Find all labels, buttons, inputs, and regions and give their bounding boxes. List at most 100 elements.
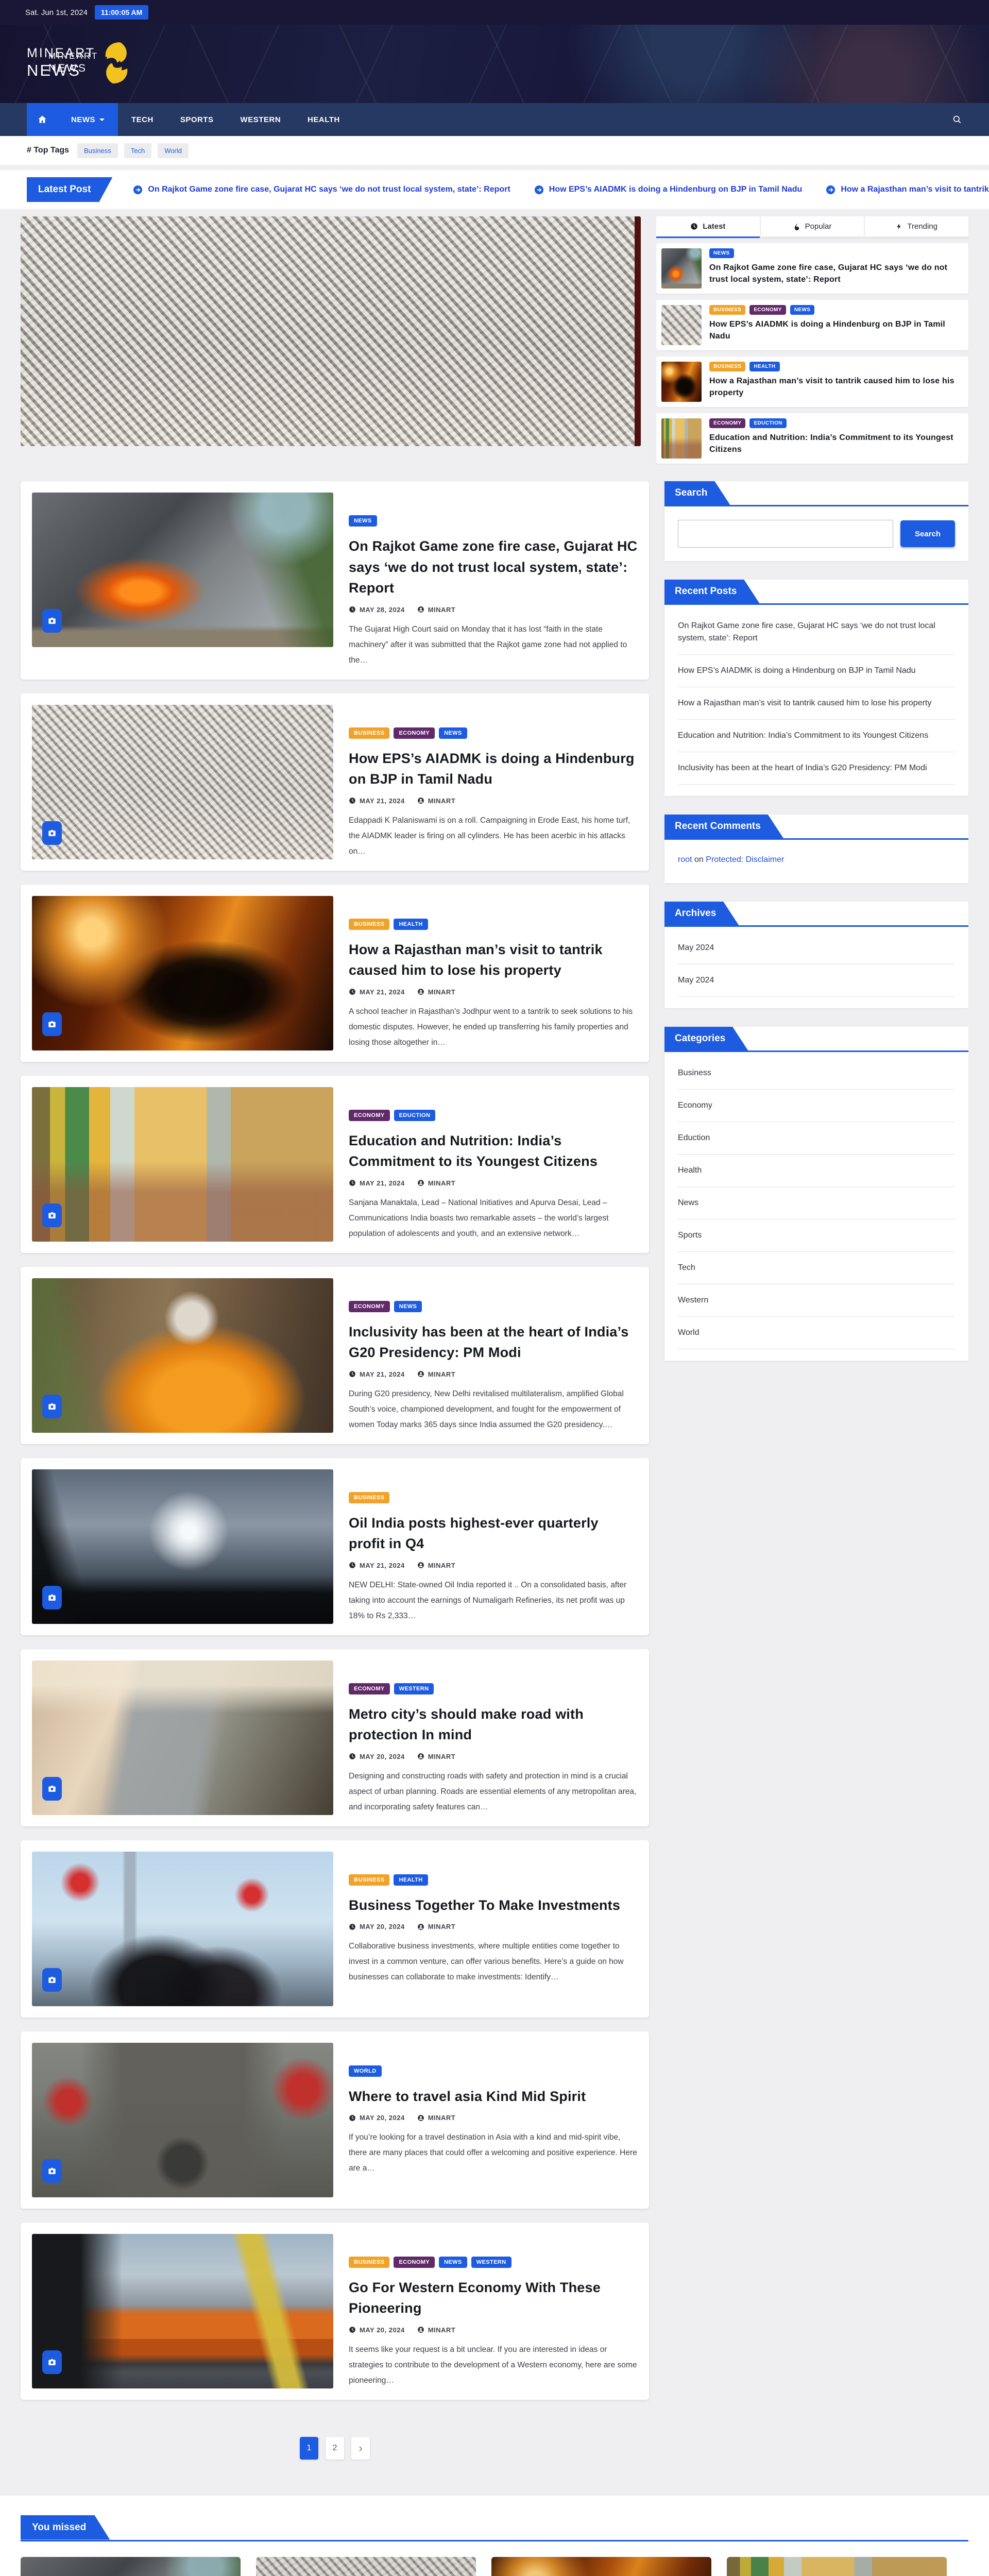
category-badge[interactable]: WESTERN <box>394 1683 434 1694</box>
tab-latest[interactable]: Latest <box>656 216 760 238</box>
pagination-page-1[interactable]: 1 <box>300 2437 318 2460</box>
camera-icon[interactable] <box>42 821 62 845</box>
featured-post-card[interactable]: BUSINESS ECONOMY NEWS How EPS’s AIADMK i… <box>656 300 968 350</box>
article-image[interactable] <box>32 896 333 1050</box>
article-image[interactable] <box>32 1087 333 1242</box>
article-image[interactable] <box>32 1852 333 2006</box>
nav-item-sports[interactable]: SPORTS <box>167 103 227 136</box>
category-link[interactable]: Health <box>678 1155 955 1187</box>
article-title[interactable]: Metro city’s should make road with prote… <box>349 1704 638 1745</box>
you-missed-card[interactable]: ECONOMY EDUCTION Education and Nutrition… <box>727 2557 947 2576</box>
category-badge[interactable]: EDUCTION <box>749 418 786 428</box>
camera-icon[interactable] <box>42 1586 62 1609</box>
tag-chip[interactable]: Tech <box>124 143 151 158</box>
nav-item-tech[interactable]: TECH <box>118 103 167 136</box>
article-image[interactable] <box>32 705 333 859</box>
camera-icon[interactable] <box>42 2350 62 2374</box>
featured-post-card[interactable]: ECONOMY EDUCTION Education and Nutrition… <box>656 413 968 464</box>
article-title[interactable]: Education and Nutrition: India’s Commitm… <box>349 1130 638 1172</box>
tag-chip[interactable]: Business <box>77 143 118 158</box>
category-badge[interactable]: ECONOMY <box>349 1683 390 1694</box>
archive-link[interactable]: May 2024 <box>678 964 955 997</box>
category-link[interactable]: Sports <box>678 1219 955 1252</box>
recent-post-link[interactable]: How a Rajasthan man’s visit to tantrik c… <box>678 687 955 720</box>
category-link[interactable]: Eduction <box>678 1122 955 1155</box>
category-badge[interactable]: EDUCTION <box>394 1110 436 1121</box>
article-title[interactable]: On Rajkot Game zone fire case, Gujarat H… <box>349 536 638 599</box>
camera-icon[interactable] <box>42 609 62 633</box>
article-title[interactable]: Business Together To Make Investments <box>349 1895 638 1916</box>
category-badge[interactable]: WESTERN <box>471 2257 511 2268</box>
nav-item-health[interactable]: HEALTH <box>294 103 353 136</box>
category-badge[interactable]: BUSINESS <box>709 362 745 371</box>
recent-post-link[interactable]: On Rajkot Game zone fire case, Gujarat H… <box>678 610 955 655</box>
category-link[interactable]: Economy <box>678 1090 955 1122</box>
category-badge[interactable]: NEWS <box>439 727 467 739</box>
camera-icon[interactable] <box>42 1012 62 1036</box>
article-image[interactable] <box>32 2043 333 2197</box>
category-link[interactable]: World <box>678 1317 955 1349</box>
ticker-item[interactable]: How EPS’s AIADMK is doing a Hindenburg o… <box>534 185 803 195</box>
featured-post-title[interactable]: How a Rajasthan man’s visit to tantrik c… <box>709 375 963 399</box>
featured-post-title[interactable]: On Rajkot Game zone fire case, Gujarat H… <box>709 262 963 285</box>
article-image[interactable] <box>32 493 333 647</box>
category-badge[interactable]: NEWS <box>709 248 734 258</box>
you-missed-card[interactable]: BUSINESS ECONOMY NEWS How EPS’s AIADMK i… <box>256 2557 476 2576</box>
category-badge[interactable]: ECONOMY <box>349 1301 390 1312</box>
pagination-page-2[interactable]: 2 <box>326 2437 344 2460</box>
search-button[interactable]: Search <box>900 520 955 547</box>
article-title[interactable]: Inclusivity has been at the heart of Ind… <box>349 1321 638 1363</box>
nav-item-news[interactable]: NEWS <box>58 103 118 136</box>
article-image[interactable] <box>32 1278 333 1433</box>
category-badge[interactable]: NEWS <box>394 1301 422 1312</box>
category-badge[interactable]: ECONOMY <box>349 1110 390 1121</box>
category-badge[interactable]: HEALTH <box>749 362 779 371</box>
category-badge[interactable]: NEWS <box>439 2257 467 2268</box>
recent-post-link[interactable]: Education and Nutrition: India’s Commitm… <box>678 720 955 752</box>
recent-post-link[interactable]: How EPS’s AIADMK is doing a Hindenburg o… <box>678 655 955 687</box>
category-link[interactable]: Western <box>678 1284 955 1317</box>
category-badge[interactable]: NEWS <box>790 305 815 315</box>
recent-post-link[interactable]: Inclusivity has been at the heart of Ind… <box>678 752 955 785</box>
category-badge[interactable]: HEALTH <box>394 1874 428 1886</box>
article-title[interactable]: Oil India posts highest-ever quarterly p… <box>349 1513 638 1554</box>
article-title[interactable]: Where to travel asia Kind Mid Spirit <box>349 2086 638 2107</box>
article-image[interactable] <box>32 2234 333 2388</box>
article-image[interactable] <box>32 1660 333 1815</box>
category-badge[interactable]: HEALTH <box>394 919 428 930</box>
featured-post-title[interactable]: Education and Nutrition: India’s Commitm… <box>709 432 963 455</box>
category-badge[interactable]: ECONOMY <box>394 727 435 739</box>
article-title[interactable]: How a Rajasthan man’s visit to tantrik c… <box>349 939 638 981</box>
pagination-next[interactable]: › <box>351 2437 370 2460</box>
category-badge[interactable]: WORLD <box>349 2065 382 2077</box>
hero-featured-image[interactable] <box>21 216 641 446</box>
tab-trending[interactable]: Trending <box>865 216 968 238</box>
search-toggle[interactable] <box>946 103 968 136</box>
nav-home[interactable] <box>27 103 58 136</box>
comment-post-link[interactable]: Protected: Disclaimer <box>706 855 784 864</box>
tag-chip[interactable]: World <box>158 143 189 158</box>
you-missed-card[interactable]: BUSINESS HEALTH How a Rajasthan man’s vi… <box>491 2557 711 2576</box>
featured-post-title[interactable]: How EPS’s AIADMK is doing a Hindenburg o… <box>709 318 963 342</box>
category-badge[interactable]: ECONOMY <box>394 2257 435 2268</box>
category-link[interactable]: Tech <box>678 1252 955 1284</box>
featured-post-card[interactable]: NEWS On Rajkot Game zone fire case, Guja… <box>656 243 968 294</box>
category-badge[interactable]: BUSINESS <box>349 2257 389 2268</box>
featured-post-card[interactable]: BUSINESS HEALTH How a Rajasthan man’s vi… <box>656 357 968 407</box>
category-badge[interactable]: BUSINESS <box>349 1874 389 1886</box>
category-link[interactable]: Business <box>678 1057 955 1090</box>
category-badge[interactable]: BUSINESS <box>349 727 389 739</box>
camera-icon[interactable] <box>42 1968 62 1992</box>
category-badge[interactable]: BUSINESS <box>349 919 389 930</box>
archive-link[interactable]: May 2024 <box>678 932 955 964</box>
category-badge[interactable]: ECONOMY <box>709 418 745 428</box>
ticker-item[interactable]: How a Rajasthan man’s visit to tantrik c… <box>826 185 989 195</box>
camera-icon[interactable] <box>42 1204 62 1227</box>
comment-author-link[interactable]: root <box>678 855 692 864</box>
search-input[interactable] <box>678 520 893 548</box>
camera-icon[interactable] <box>42 1395 62 1418</box>
article-title[interactable]: Go For Western Economy With These Pionee… <box>349 2277 638 2319</box>
camera-icon[interactable] <box>42 1777 62 1801</box>
category-badge[interactable]: ECONOMY <box>749 305 786 315</box>
category-badge[interactable]: NEWS <box>349 515 377 527</box>
